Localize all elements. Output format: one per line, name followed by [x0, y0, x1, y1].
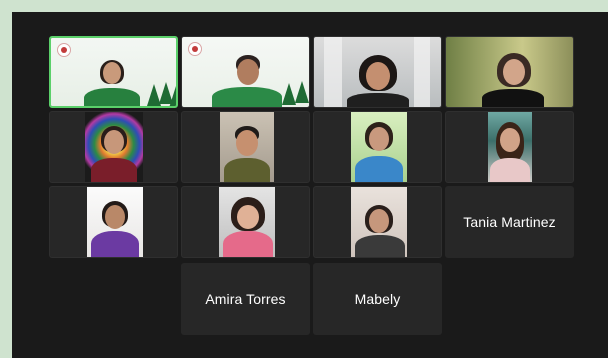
participant-name: Tania Martinez	[463, 214, 556, 230]
video-tile-9[interactable]	[49, 186, 178, 258]
logo-icon	[188, 42, 202, 56]
participant-tile-tania-martinez[interactable]: Tania Martinez	[445, 186, 574, 258]
video-grid: Tania Martinez Amira Torres Mabely	[12, 12, 608, 358]
video-tile-11[interactable]	[313, 186, 442, 258]
video-tile-3[interactable]	[313, 36, 442, 108]
video-tile-5[interactable]	[49, 111, 178, 183]
participant-tile-amira-torres[interactable]: Amira Torres	[181, 263, 310, 335]
video-tile-10[interactable]	[181, 186, 310, 258]
video-tile-4[interactable]	[445, 36, 574, 108]
video-tile-7[interactable]	[313, 111, 442, 183]
video-tile-1[interactable]	[49, 36, 178, 108]
logo-icon	[57, 43, 71, 57]
participant-name: Mabely	[354, 291, 401, 307]
video-tile-2[interactable]	[181, 36, 310, 108]
participant-tile-mabely[interactable]: Mabely	[313, 263, 442, 335]
video-tile-8[interactable]	[445, 111, 574, 183]
video-tile-6[interactable]	[181, 111, 310, 183]
participant-name: Amira Torres	[205, 291, 286, 307]
